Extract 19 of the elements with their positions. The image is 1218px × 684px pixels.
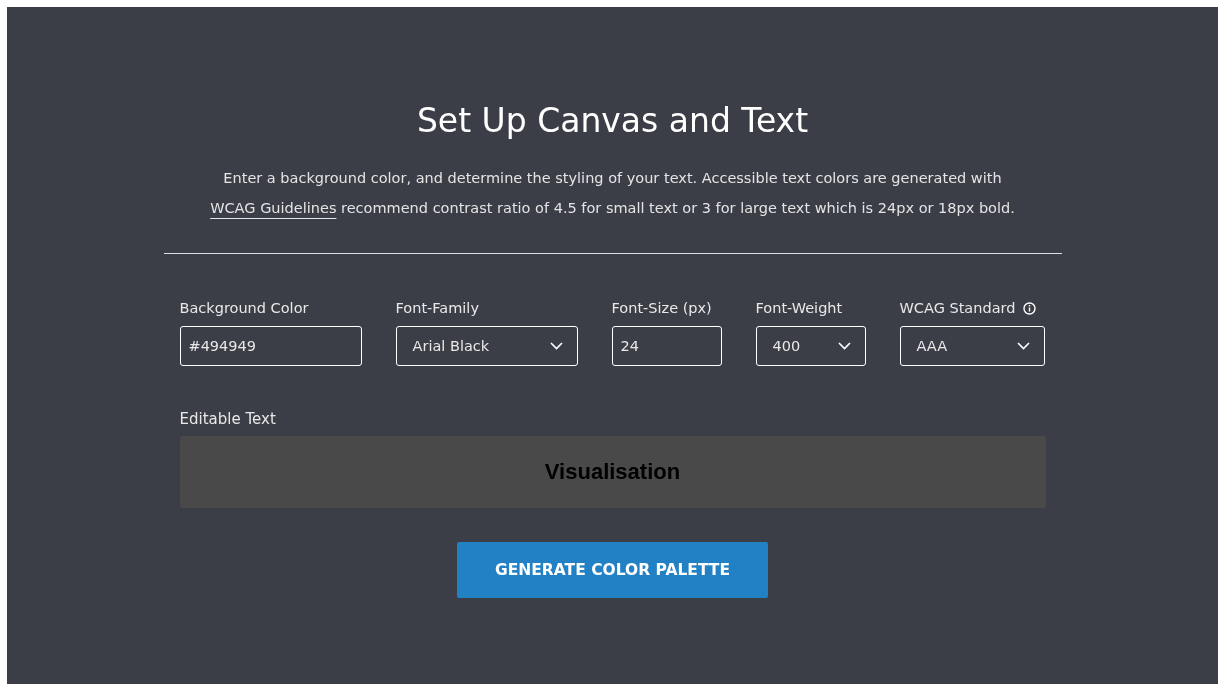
field-label: Editable Text: [179, 410, 277, 428]
generate-button[interactable]: GENERATE COLOR PALETTE: [457, 542, 768, 598]
dropdown[interactable]: 400: [755, 326, 866, 366]
chevron-icon: [549, 342, 563, 350]
field-label: Font-Family: [395, 300, 479, 316]
dropdown[interactable]: Arial Black: [395, 326, 578, 366]
description-text: Enter a background color, and determine the styling of your text. Accessible text colors are generated with WCAG Guidelines recommend contrast ratio of 4.5 for small text or 3 for large text which is 24px or 18px bold.: [210, 169, 1015, 218]
field-label: WCAG Standard: [899, 300, 1016, 316]
guidelines-link[interactable]: WCAG Guidelines: [210, 200, 337, 216]
chevron-icon: [1016, 342, 1030, 350]
field-label: Font-Size (px): [611, 300, 712, 316]
field-label: Font-Weight: [755, 300, 843, 316]
info-icon[interactable]: [1023, 301, 1037, 315]
chevron-icon: [837, 342, 851, 350]
text-field[interactable]: #494949: [179, 326, 362, 366]
page-title: Set Up Canvas and Text: [416, 101, 809, 141]
dropdown[interactable]: AAA: [899, 326, 1045, 366]
field-label: Background Color: [179, 300, 309, 316]
text-field[interactable]: 24: [611, 326, 722, 366]
